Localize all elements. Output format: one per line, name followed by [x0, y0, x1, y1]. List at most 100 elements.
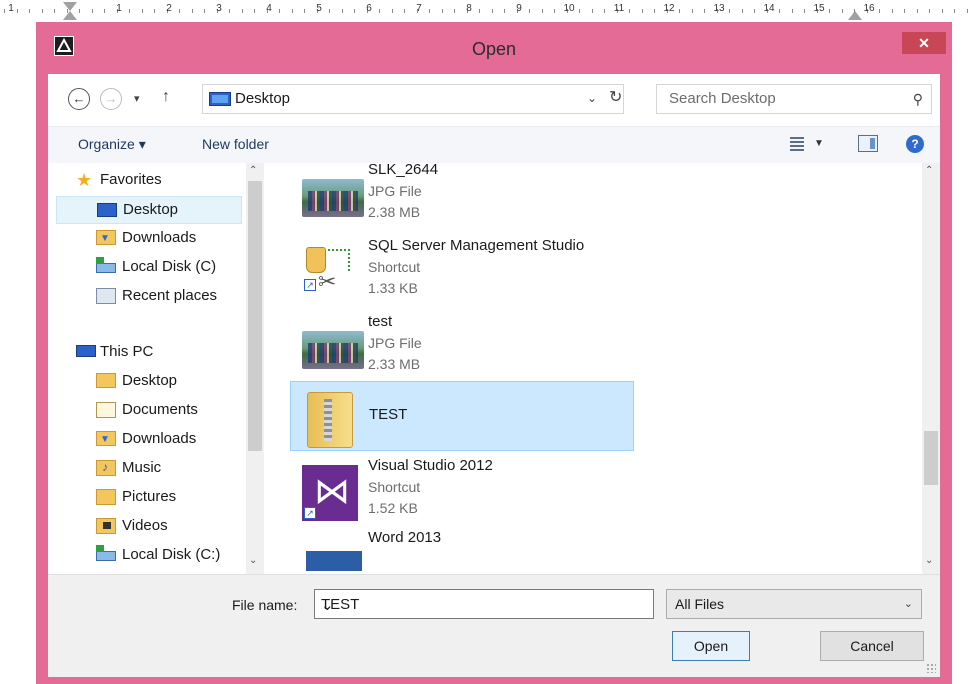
nav-pc-documents[interactable]: Documents — [56, 397, 242, 425]
ruler-number: 11 — [613, 3, 625, 14]
nav-this-pc[interactable]: This PC — [56, 339, 242, 367]
ruler-number: 10 — [563, 3, 575, 14]
scrollbar-thumb[interactable] — [924, 431, 938, 485]
file-type: JPG File — [368, 335, 422, 351]
filter-dropdown-icon[interactable]: ⌄ — [904, 597, 913, 610]
nav-favorites-desktop[interactable]: Desktop — [56, 196, 242, 224]
ruler-number: 15 — [813, 3, 825, 14]
resize-grip-icon[interactable] — [926, 663, 936, 673]
nav-item-label: Local Disk (C:) — [122, 546, 221, 563]
ruler-number: 5 — [316, 3, 322, 14]
ruler-number: 6 — [366, 3, 372, 14]
file-name-label: File name: — [232, 597, 298, 613]
right-indent-marker-icon[interactable] — [848, 11, 862, 20]
indent-marker-icon[interactable] — [63, 2, 77, 11]
search-input[interactable]: Search Desktop ⚲ — [656, 84, 932, 114]
nav-pc-pictures[interactable]: Pictures — [56, 484, 242, 512]
indent-marker-icon[interactable] — [63, 11, 77, 20]
ruler-tick — [841, 9, 843, 13]
scroll-up-icon[interactable]: ⌃ — [925, 165, 933, 176]
nav-pc-local-disk[interactable]: Local Disk (C:) — [56, 542, 242, 570]
forward-button[interactable]: → — [100, 88, 122, 110]
scroll-down-icon[interactable]: ⌄ — [925, 555, 933, 566]
help-icon[interactable]: ? — [906, 135, 924, 153]
file-item[interactable]: ↗ Visual Studio 2012 Shortcut 1.52 KB — [290, 455, 630, 521]
ruler-tick — [16, 9, 18, 13]
ruler-number: 8 — [466, 3, 472, 14]
file-size: 2.38 MB — [368, 204, 421, 220]
view-options-chevron-icon[interactable]: ▼ — [814, 138, 824, 149]
back-button[interactable]: ← — [68, 88, 90, 110]
nav-favorites-local-disk[interactable]: Local Disk (C) — [56, 254, 242, 282]
computer-icon — [76, 345, 96, 357]
address-bar[interactable]: Desktop ⌄ ↻ — [202, 84, 624, 114]
photo-thumbnail — [300, 319, 364, 369]
ruler-number: 9 — [516, 3, 522, 14]
downloads-icon — [96, 431, 116, 446]
file-name: SLK_2644 — [368, 163, 439, 178]
change-view-icon[interactable] — [790, 135, 804, 151]
search-icon[interactable]: ⚲ — [913, 91, 923, 108]
ruler-tick — [504, 9, 505, 13]
ruler-tick — [779, 9, 780, 13]
organize-menu[interactable]: Organize ▾ — [78, 136, 146, 153]
scroll-down-icon[interactable]: ⌄ — [249, 555, 257, 566]
file-size: 1.33 KB — [368, 280, 418, 296]
nav-favorites-downloads[interactable]: Downloads — [56, 225, 242, 253]
nav-item-label: Downloads — [122, 229, 197, 246]
folder-icon — [301, 390, 365, 448]
nav-favorites[interactable]: ★ Favorites — [56, 167, 242, 195]
local-disk-icon — [96, 257, 116, 273]
nav-pc-downloads[interactable]: Downloads — [56, 426, 242, 454]
nav-pc-videos[interactable]: Videos — [56, 513, 242, 541]
scrollbar-thumb[interactable] — [248, 181, 262, 451]
file-type-filter-value: All Files — [675, 596, 725, 612]
nav-favorites-label: Favorites — [100, 171, 162, 188]
file-name-dropdown-icon[interactable]: ⌄ — [321, 596, 645, 614]
refresh-icon[interactable]: ↻ — [609, 87, 625, 107]
ruler-tick — [966, 9, 968, 13]
open-button[interactable]: Open — [672, 631, 750, 661]
nav-pc-music[interactable]: Music — [56, 455, 242, 483]
file-name-field[interactable]: TEST ⌄ — [314, 589, 654, 619]
address-path[interactable]: Desktop — [235, 90, 290, 107]
ruler-tick — [404, 9, 405, 13]
ruler: 1 1 2 3 4 5 6 7 8 9 10 11 12 13 14 15 16 — [0, 0, 972, 22]
ruler-tick — [904, 9, 905, 13]
ruler-number: 4 — [266, 3, 272, 14]
address-dropdown-icon[interactable]: ⌄ — [587, 91, 597, 105]
cancel-button[interactable]: Cancel — [820, 631, 924, 661]
nav-pane-scrollbar[interactable]: ⌃ ⌄ — [246, 163, 264, 574]
file-size: 1.52 KB — [368, 500, 418, 516]
ruler-tick — [791, 9, 793, 13]
ruler-tick — [754, 9, 755, 13]
file-type: Shortcut — [368, 259, 421, 275]
nav-item-label: Music — [122, 459, 162, 476]
word-icon — [300, 535, 364, 574]
ruler-tick — [479, 9, 480, 13]
up-arrow-button[interactable]: ↑ — [162, 88, 170, 106]
recent-locations-chevron-icon[interactable]: ▾ — [134, 92, 140, 105]
close-button[interactable]: ✕ — [902, 32, 946, 54]
file-item-selected[interactable]: TEST — [290, 381, 634, 451]
file-item[interactable]: SLK_2644 JPG File 2.38 MB — [290, 163, 630, 223]
scroll-up-icon[interactable]: ⌃ — [249, 165, 257, 176]
nav-favorites-recent-places[interactable]: Recent places — [56, 283, 242, 311]
ruler-tick — [441, 9, 443, 13]
file-item[interactable]: Word 2013 — [290, 527, 630, 574]
ruler-tick — [279, 9, 280, 13]
file-item[interactable]: ✂ ↗ SQL Server Management Studio Shortcu… — [290, 235, 630, 299]
downloads-icon — [96, 230, 116, 245]
file-item[interactable]: test JPG File 2.33 MB — [290, 311, 630, 375]
documents-icon — [96, 402, 116, 418]
file-list-scrollbar[interactable]: ⌃ ⌄ — [922, 163, 940, 574]
recent-places-icon — [96, 288, 116, 304]
preview-pane-icon[interactable] — [858, 135, 878, 152]
desktop-folder-icon — [96, 373, 116, 388]
ruler-tick — [229, 9, 230, 13]
nav-pc-desktop[interactable]: Desktop — [56, 368, 242, 396]
title-bar[interactable]: Open ✕ — [36, 22, 952, 74]
new-folder-button[interactable]: New folder — [202, 136, 269, 152]
ruler-tick — [154, 9, 155, 13]
file-type-filter[interactable]: All Files ⌄ — [666, 589, 922, 619]
